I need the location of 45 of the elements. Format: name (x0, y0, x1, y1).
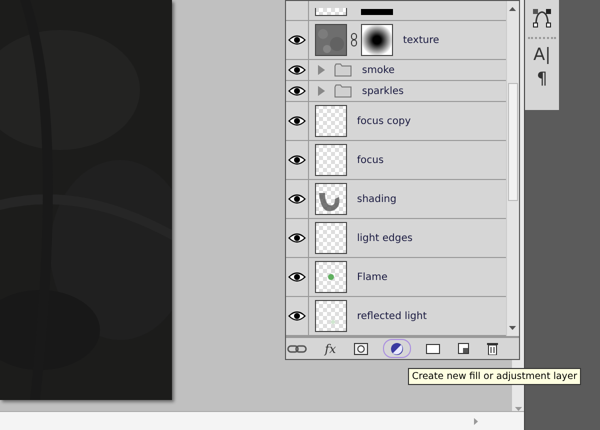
eye-icon[interactable] (288, 115, 306, 127)
layer-name: Flame (357, 272, 388, 282)
scroll-up-arrow-icon[interactable] (509, 7, 516, 11)
adjustment-icon[interactable] (383, 339, 411, 358)
eye-icon[interactable] (288, 193, 306, 205)
panel-scrollbar[interactable] (506, 1, 519, 336)
layer-row[interactable]: focus (286, 141, 506, 180)
layer-row[interactable]: shading (286, 180, 506, 219)
layer-name: sparkles (362, 86, 404, 96)
layer-name: shading (357, 194, 396, 204)
layer-name: focus (357, 154, 384, 166)
tool-button[interactable]: A| (533, 45, 551, 65)
tool-button[interactable]: ¶ (536, 69, 548, 89)
path-icon[interactable] (531, 7, 553, 29)
layer-row[interactable]: texture (286, 21, 506, 60)
layer-name: light edges (357, 232, 413, 244)
tooltip: Create new fill or adjustment layer (408, 368, 582, 385)
layer-row[interactable]: sparkles (286, 81, 506, 102)
fx-button[interactable]: fx (322, 340, 339, 357)
layer-row[interactable] (286, 1, 506, 21)
layer-name: reflected light (357, 310, 427, 322)
layer-row[interactable]: smoke (286, 60, 506, 81)
chain-icon (351, 33, 357, 47)
trash-icon[interactable] (484, 340, 501, 357)
eye-icon[interactable] (288, 232, 306, 244)
eye-icon[interactable] (288, 310, 306, 322)
layer-row[interactable]: light edges (286, 219, 506, 258)
layer-name: texture (403, 34, 440, 46)
mask-icon[interactable] (351, 340, 371, 357)
new-icon[interactable] (455, 340, 472, 357)
layer-name: smoke (362, 64, 395, 76)
folder-icon (334, 63, 352, 77)
layer-row[interactable]: reflected light (286, 297, 506, 336)
scroll-down-arrow-icon[interactable] (509, 326, 516, 330)
eye-icon[interactable] (288, 271, 306, 283)
eye-icon[interactable] (288, 85, 306, 97)
scroll-right-arrow-icon[interactable] (474, 418, 478, 424)
layer-row[interactable]: focus copy (286, 102, 506, 141)
eye-icon[interactable] (288, 154, 306, 166)
layer-row[interactable]: Flame (286, 258, 506, 297)
horizontal-scrollbar[interactable] (0, 411, 524, 430)
eye-icon[interactable] (288, 64, 306, 76)
eye-icon[interactable] (288, 34, 306, 46)
layer-name: focus copy (357, 116, 411, 126)
folder-icon (334, 84, 352, 98)
